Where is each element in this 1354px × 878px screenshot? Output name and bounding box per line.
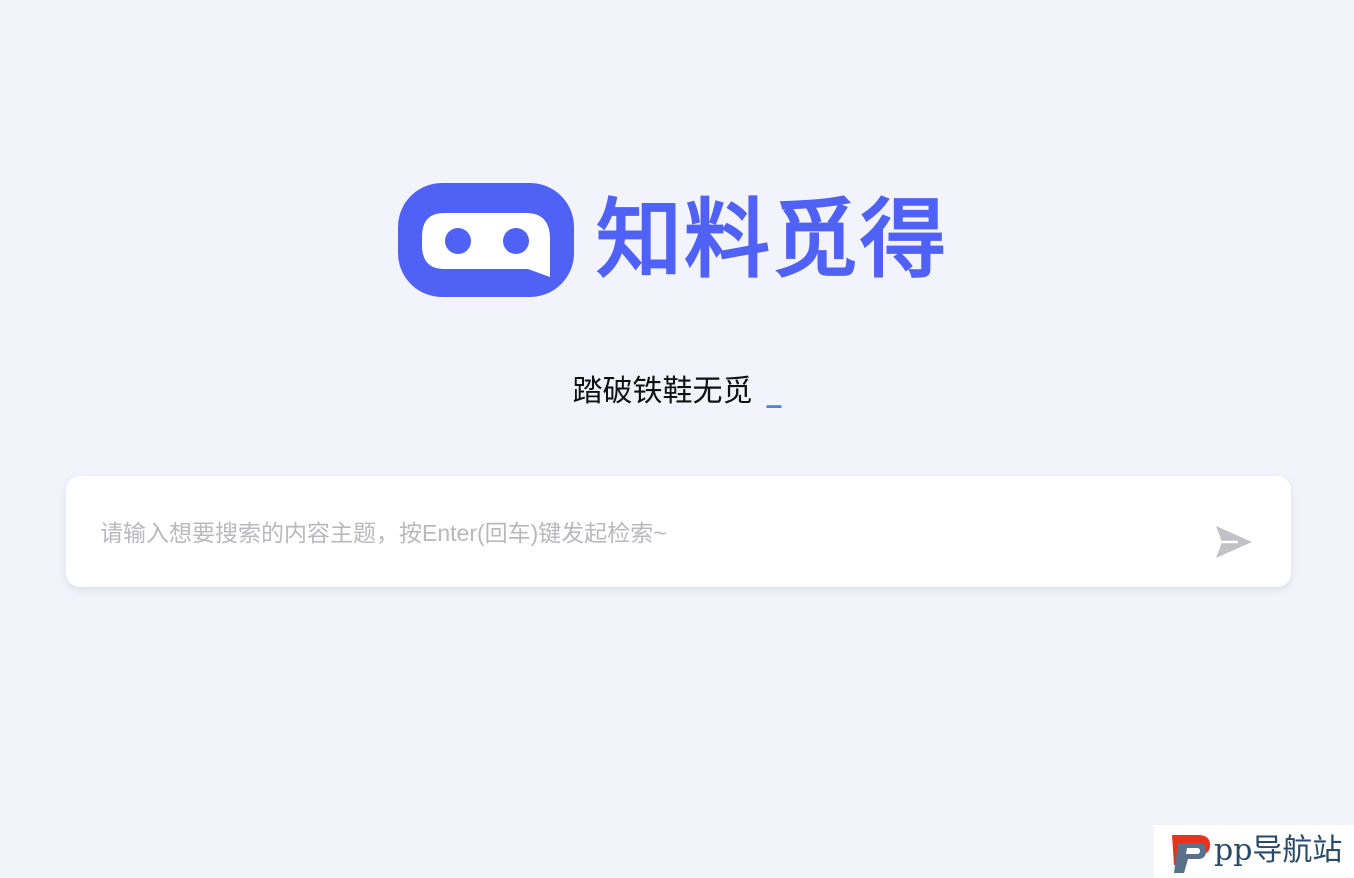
page: 知料觅得 踏破铁鞋无觅 _ pp导航站 bbox=[0, 0, 1354, 878]
brand-name: 知料觅得 bbox=[596, 190, 948, 290]
send-icon[interactable] bbox=[1212, 520, 1256, 564]
slogan-text: 踏破铁鞋无觅 bbox=[572, 374, 753, 409]
search-box bbox=[66, 476, 1291, 587]
brand-logo: 知料觅得 bbox=[398, 183, 960, 297]
search-input[interactable] bbox=[98, 504, 1202, 562]
pp-logo-icon bbox=[1172, 835, 1210, 873]
watermark-text: pp导航站 bbox=[1214, 833, 1343, 868]
typing-cursor: _ bbox=[766, 374, 782, 409]
slogan: 踏破铁鞋无觅 _ bbox=[0, 370, 1354, 414]
watermark-badge: pp导航站 bbox=[1154, 825, 1354, 878]
robot-chat-icon bbox=[398, 183, 574, 297]
